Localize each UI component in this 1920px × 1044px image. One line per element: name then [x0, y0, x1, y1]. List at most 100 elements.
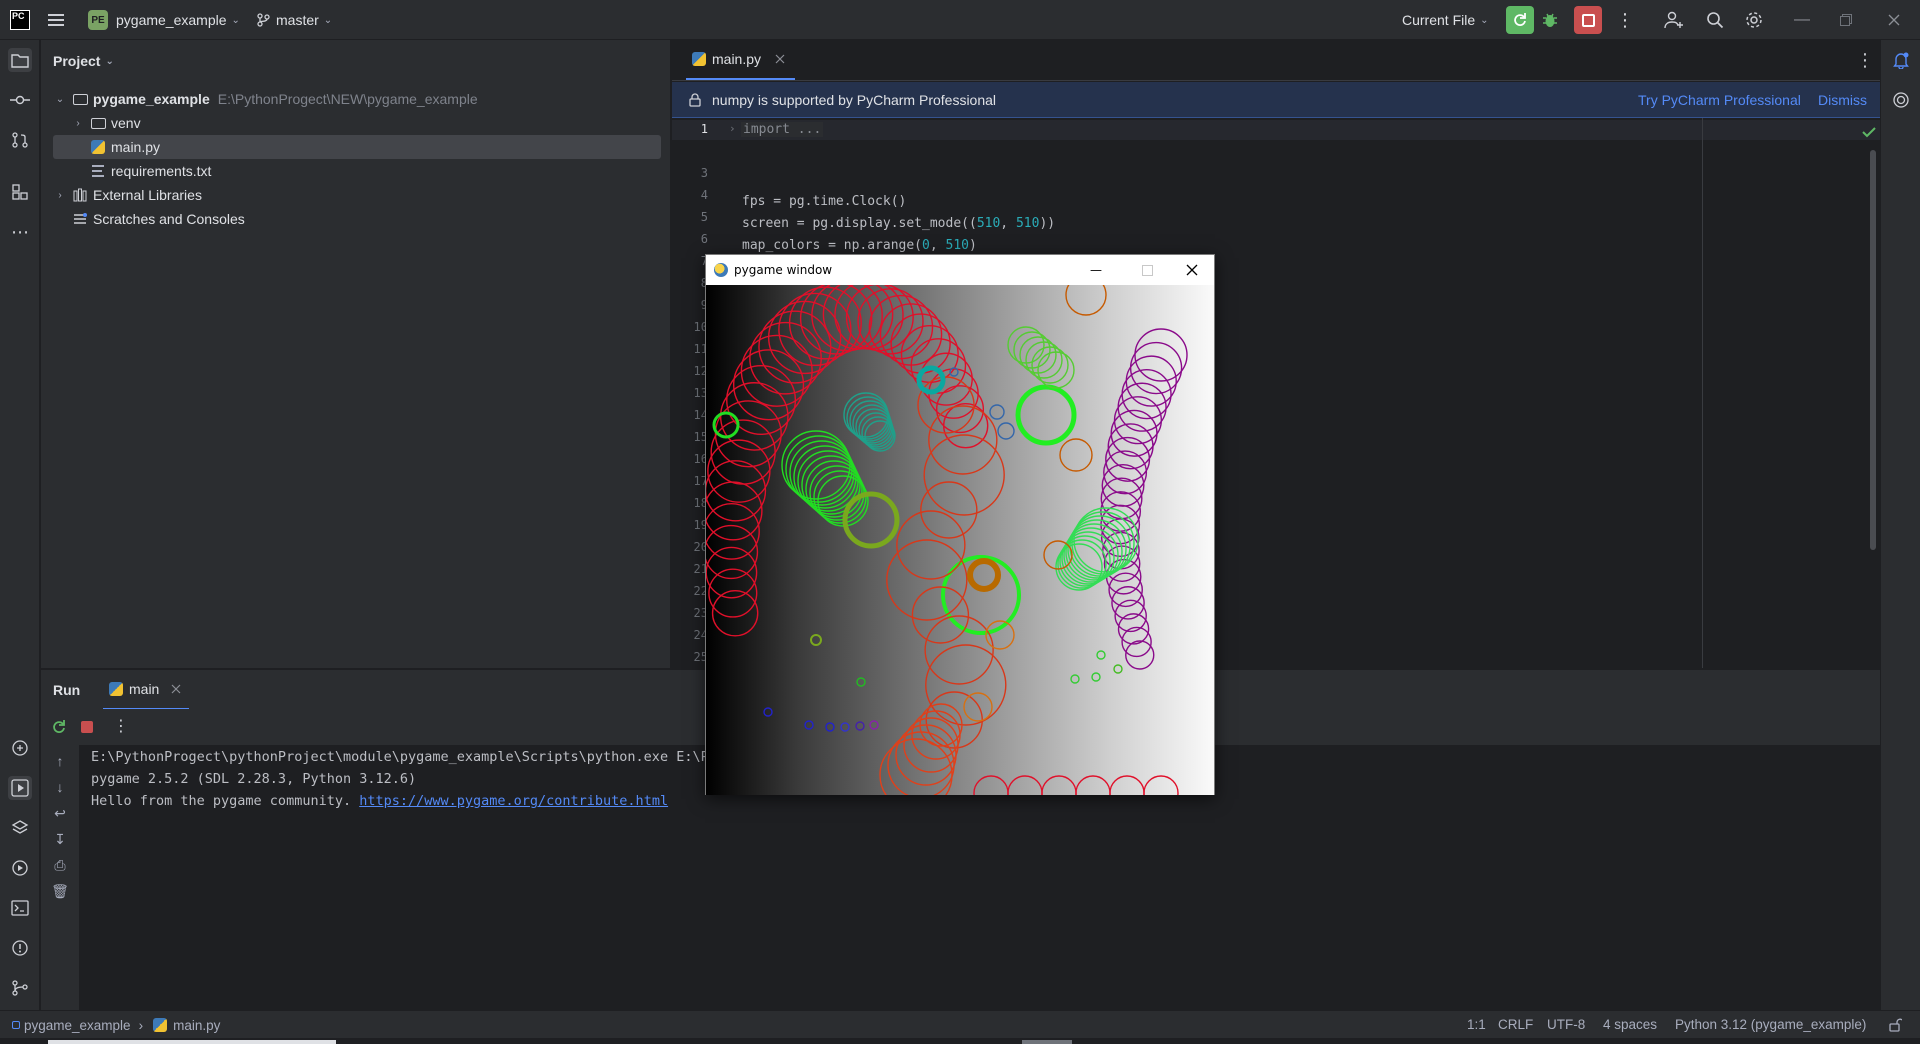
dismiss-link[interactable]: Dismiss — [1818, 92, 1867, 108]
rerun-button[interactable] — [1506, 0, 1534, 40]
project-selector[interactable]: PE pygame_example ⌄ — [88, 0, 240, 40]
search-button[interactable] — [1706, 0, 1724, 40]
tab-actions-button[interactable]: ⋮ — [1856, 40, 1874, 80]
add-user-icon — [1664, 11, 1683, 29]
restore-icon — [1840, 14, 1852, 26]
run-tool-button[interactable] — [8, 776, 32, 800]
try-professional-link[interactable]: Try PyCharm Professional — [1638, 92, 1801, 108]
tab-main-py[interactable]: main.py — [686, 40, 796, 80]
soft-wrap-icon[interactable]: ↩ — [51, 805, 69, 822]
bell-icon — [1893, 52, 1909, 69]
debug-button[interactable] — [1541, 0, 1559, 40]
close-window-button[interactable] — [1888, 0, 1900, 40]
line-number: 13 — [693, 386, 708, 400]
stop-icon[interactable] — [81, 721, 93, 733]
tree-item-scratches[interactable]: Scratches and Consoles — [53, 207, 661, 231]
print-icon[interactable]: ⎙ — [51, 857, 69, 874]
animated-circle — [810, 634, 822, 646]
more-tools-button[interactable]: ⋯ — [8, 220, 32, 244]
close-tab-icon[interactable] — [171, 684, 181, 694]
python-interpreter[interactable]: Python 3.12 (pygame_example) — [1675, 1017, 1866, 1032]
rerun-icon[interactable] — [51, 719, 67, 735]
line-number: 25 — [693, 650, 708, 664]
run-config-selector[interactable]: Current File ⌄ — [1402, 0, 1489, 40]
services-icon — [12, 860, 28, 876]
problems-tool-button[interactable] — [8, 936, 32, 960]
indent-setting[interactable]: 4 spaces — [1603, 1017, 1657, 1032]
structure-tool-button[interactable] — [8, 180, 32, 204]
notifications-button[interactable] — [1889, 48, 1913, 72]
line-number: 18 — [693, 496, 708, 510]
more-actions-button[interactable]: ⋮ — [1616, 0, 1634, 40]
restore-window-button[interactable] — [1840, 0, 1852, 40]
maximize-icon — [1142, 265, 1153, 276]
run-panel-title: Run — [53, 682, 81, 698]
code-with-me-button[interactable] — [1664, 0, 1684, 40]
stop-icon — [1574, 6, 1602, 34]
animated-circle — [1059, 438, 1093, 472]
kebab-menu-icon[interactable]: ⋮ — [113, 716, 129, 736]
line-number: 7 — [672, 254, 708, 268]
line-number: 16 — [693, 452, 708, 466]
animated-circle — [1096, 650, 1106, 660]
animated-circle — [1134, 328, 1188, 382]
settings-button[interactable] — [1745, 0, 1763, 40]
branch-selector[interactable]: master ⌄ — [256, 0, 332, 40]
animated-circle — [1143, 775, 1179, 811]
run-tab-main[interactable]: main — [103, 670, 190, 710]
line-number: 22 — [693, 584, 708, 598]
ai-assistant-button[interactable] — [1889, 88, 1913, 112]
tree-item-root[interactable]: ⌄ pygame_example E:\PythonProgect\NEW\py… — [53, 87, 661, 111]
fold-arrow-icon[interactable]: › — [729, 122, 736, 135]
tree-item-venv[interactable]: › venv — [53, 111, 661, 135]
terminal-tool-button[interactable] — [8, 896, 32, 920]
project-tool-button[interactable] — [8, 48, 32, 72]
structure-icon — [12, 184, 28, 200]
breadcrumb: pygame_example › main.py — [12, 1011, 220, 1039]
root-folder-name: pygame_example — [93, 91, 210, 107]
animated-circle — [920, 481, 978, 539]
minimize-window-button[interactable]: — — [1794, 0, 1810, 40]
scroll-to-end-icon[interactable]: ↧ — [51, 831, 69, 848]
pygame-canvas[interactable] — [703, 274, 1214, 812]
tree-item-external-libraries[interactable]: › External Libraries — [53, 183, 661, 207]
unlock-icon[interactable] — [1888, 1018, 1902, 1032]
terminal-icon — [11, 900, 29, 916]
arrow-down-icon[interactable]: ↓ — [51, 779, 69, 795]
close-tab-icon[interactable] — [775, 54, 785, 64]
main-menu-button[interactable] — [48, 0, 66, 40]
breadcrumb-project[interactable]: pygame_example — [24, 1018, 131, 1033]
minimize-icon[interactable]: — — [1090, 263, 1102, 277]
editor-scrollbar[interactable] — [1870, 150, 1876, 550]
breadcrumb-file[interactable]: main.py — [173, 1018, 220, 1033]
line-number: 1 — [700, 122, 708, 136]
close-icon[interactable] — [1186, 264, 1198, 276]
animated-circle — [1065, 274, 1107, 316]
animated-circle — [825, 722, 835, 732]
file-encoding[interactable]: UTF-8 — [1547, 1017, 1585, 1032]
tree-item-label: External Libraries — [93, 187, 202, 203]
tree-item-requirements[interactable]: requirements.txt — [53, 159, 661, 183]
layers-tool-button[interactable] — [8, 816, 32, 840]
caret-position[interactable]: 1:1 — [1467, 1017, 1486, 1032]
services-tool-button[interactable] — [8, 856, 32, 880]
arrow-up-icon[interactable]: ↑ — [51, 753, 69, 769]
project-view-selector[interactable]: Project ⌄ — [53, 50, 114, 72]
pull-requests-tool-button[interactable] — [8, 128, 32, 152]
git-tool-button[interactable] — [8, 976, 32, 1000]
stop-button[interactable] — [1574, 0, 1602, 40]
line-number: 11 — [693, 342, 708, 356]
chevron-right-icon: › — [138, 1017, 144, 1033]
line-number: 5 — [700, 210, 708, 224]
tree-item-label: main.py — [111, 139, 161, 155]
commit-tool-button[interactable] — [8, 88, 32, 112]
python-packages-tool-button[interactable] — [8, 736, 32, 760]
pygame-title-bar[interactable]: pygame window — — [706, 255, 1214, 285]
animated-circle — [1070, 674, 1080, 684]
status-bar: pygame_example › main.py 1:1 CRLF UTF-8 … — [0, 1010, 1920, 1038]
pygame-window[interactable]: pygame window — — [703, 254, 1215, 812]
tree-item-main-py[interactable]: main.py — [53, 135, 661, 159]
trash-icon[interactable]: 🗑 — [51, 883, 69, 900]
line-separator[interactable]: CRLF — [1498, 1017, 1533, 1032]
contribute-link[interactable]: https://www.pygame.org/contribute.html — [359, 793, 668, 809]
